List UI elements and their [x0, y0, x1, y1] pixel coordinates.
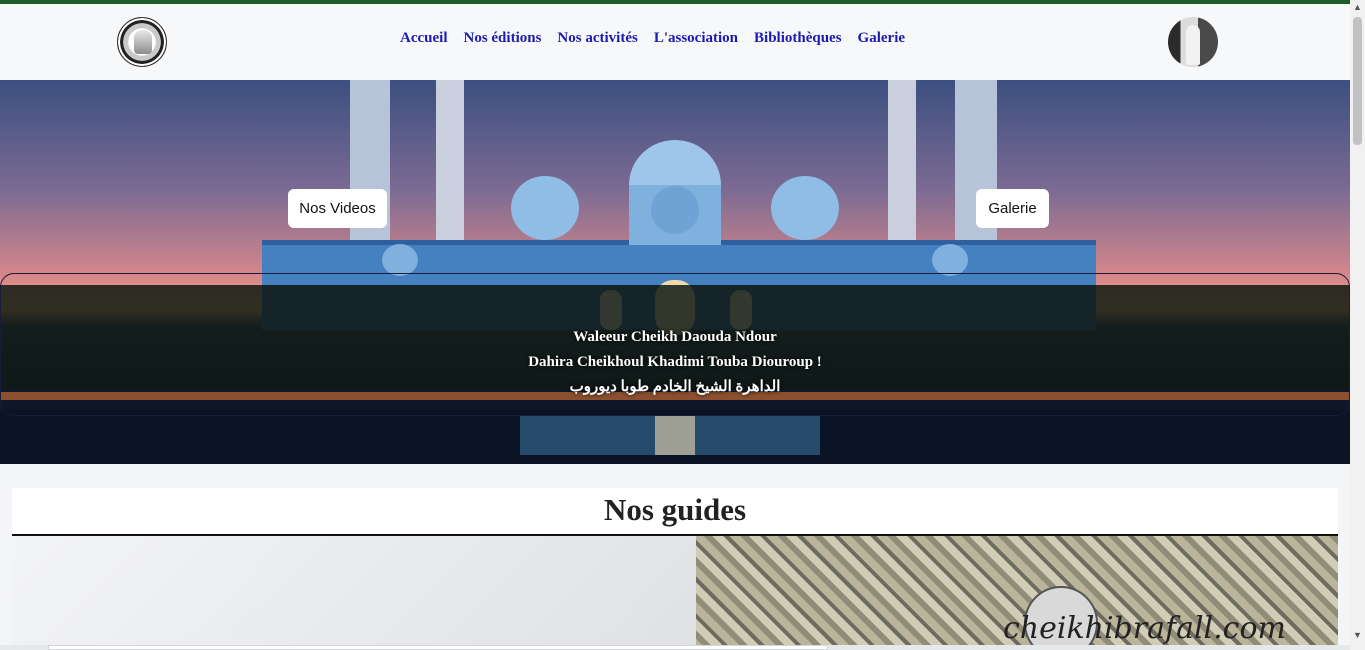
nav-link-editions[interactable]: Nos éditions [463, 30, 541, 47]
site-logo[interactable] [117, 17, 167, 67]
guides-section: Nos guides cheikhibrafall.com [0, 464, 1350, 650]
nav-link-bibliotheques[interactable]: Bibliothèques [754, 30, 842, 47]
scroll-down-arrow-icon[interactable]: ▼ [1350, 628, 1365, 643]
image-watermark: cheikhibrafall.com [1002, 611, 1286, 646]
guide-photo-hand [12, 536, 696, 650]
guides-image[interactable]: cheikhibrafall.com [12, 536, 1338, 650]
main-nav: Accueil Nos éditions Nos activités L'ass… [400, 30, 905, 47]
bottom-edge [0, 645, 1350, 650]
scroll-up-arrow-icon[interactable]: ▲ [1350, 0, 1365, 15]
caption-line-1: Waleeur Cheikh Daouda Ndour [573, 329, 777, 345]
caption-line-2: Dahira Cheikhoul Khadimi Touba Diouroup … [528, 354, 822, 370]
avatar[interactable] [1168, 17, 1218, 67]
navbar: Accueil Nos éditions Nos activités L'ass… [0, 4, 1350, 80]
nav-link-accueil[interactable]: Accueil [400, 30, 447, 47]
videos-button[interactable]: Nos Videos [288, 189, 387, 228]
avatar-figure-icon [1186, 25, 1200, 65]
scroll-thumb[interactable] [1353, 17, 1362, 145]
logo-emblem-icon [134, 30, 152, 54]
hero-caption: Waleeur Cheikh Daouda Ndour Dahira Cheik… [0, 325, 1350, 400]
galerie-button[interactable]: Galerie [976, 189, 1049, 228]
section-title: Nos guides [603, 492, 747, 527]
guides-card: Nos guides cheikhibrafall.com [12, 488, 1338, 650]
page-scrollbar[interactable]: ▲ ▼ [1350, 0, 1365, 650]
caption-line-3: الداهرة الشيخ الخادم طوبا ديوروب [569, 379, 781, 395]
nav-link-activites[interactable]: Nos activités [557, 30, 637, 47]
nav-link-galerie[interactable]: Galerie [858, 30, 905, 47]
hero-banner: Nos Videos Galerie Waleeur Cheikh Daouda… [0, 80, 1350, 464]
nav-link-association[interactable]: L'association [654, 30, 738, 47]
bottom-card-edge [48, 645, 828, 650]
